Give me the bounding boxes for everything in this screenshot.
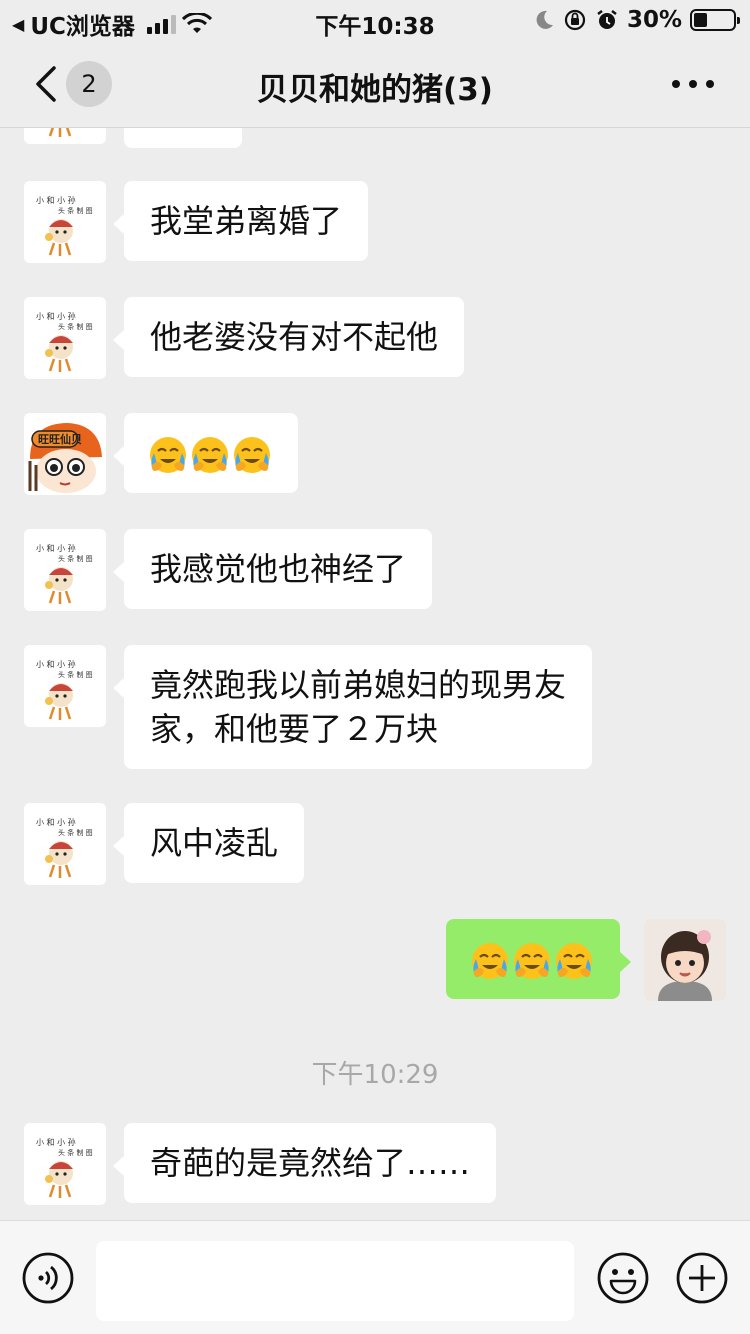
message-bubble[interactable]: 我堂弟离婚了	[112, 181, 369, 261]
message-bubble-multiline[interactable]: 竟然跑我以前弟媳妇的现男友 家，和他要了２万块	[112, 645, 593, 769]
orientation-lock-icon	[564, 9, 586, 31]
friend-avatar[interactable]	[24, 529, 106, 611]
message-timestamp: 下午10:29	[311, 1060, 439, 1090]
friend-avatar[interactable]	[24, 803, 106, 885]
chat-title: 贝贝和她的猪(3)	[257, 72, 493, 108]
message-input[interactable]	[96, 1241, 574, 1321]
facepalm-cry-emoji	[470, 941, 510, 981]
more-actions-plus-icon[interactable]	[675, 1251, 729, 1305]
message-bubble[interactable]: 奇葩的是竟然给了……	[112, 1123, 497, 1203]
facepalm-cry-emoji	[190, 435, 230, 475]
friend-avatar[interactable]	[24, 181, 106, 263]
message-bubble[interactable]: 我感觉他也神经了	[112, 529, 433, 609]
alarm-icon	[597, 10, 617, 29]
friend-b-avatar[interactable]	[24, 413, 106, 495]
message-list[interactable]: 我堂弟离婚了 他老婆没有对不起他 我感觉他也神经了 竟然跑我以前弟媳妇的现男友 …	[0, 128, 750, 1220]
message-line: 竟然跑我以前弟媳妇的现男友	[150, 666, 567, 704]
chat-nav-bar: 2 贝贝和她的猪(3)	[0, 40, 750, 128]
moon-icon	[536, 10, 553, 29]
status-right: 30%	[533, 7, 740, 33]
friend-avatar[interactable]	[24, 645, 106, 727]
battery-percent: 30%	[626, 7, 682, 33]
battery-icon	[690, 9, 740, 31]
self-avatar[interactable]	[644, 919, 726, 1001]
input-bar	[0, 1220, 750, 1334]
friend-avatar[interactable]	[24, 1123, 106, 1205]
status-bar: ◀ UC浏览器 下午10:38 30%	[0, 0, 750, 40]
message-bubble[interactable]: 他老婆没有对不起他	[112, 297, 465, 377]
friend-avatar[interactable]	[24, 297, 106, 379]
friend-avatar[interactable]	[24, 128, 106, 144]
facepalm-cry-emoji	[148, 435, 188, 475]
message-bubble-partial[interactable]	[124, 128, 242, 148]
facepalm-cry-emoji	[232, 435, 272, 475]
emoji-picker-icon[interactable]	[596, 1251, 650, 1305]
more-options-icon[interactable]	[672, 80, 714, 88]
message-bubble[interactable]: 风中凌乱	[112, 803, 305, 883]
voice-input-icon[interactable]	[21, 1251, 75, 1305]
message-line: 家，和他要了２万块	[150, 710, 439, 748]
facepalm-cry-emoji	[554, 941, 594, 981]
self-message-bubble-emoji[interactable]	[446, 919, 631, 999]
facepalm-cry-emoji	[512, 941, 552, 981]
message-bubble-emoji[interactable]	[113, 413, 298, 493]
